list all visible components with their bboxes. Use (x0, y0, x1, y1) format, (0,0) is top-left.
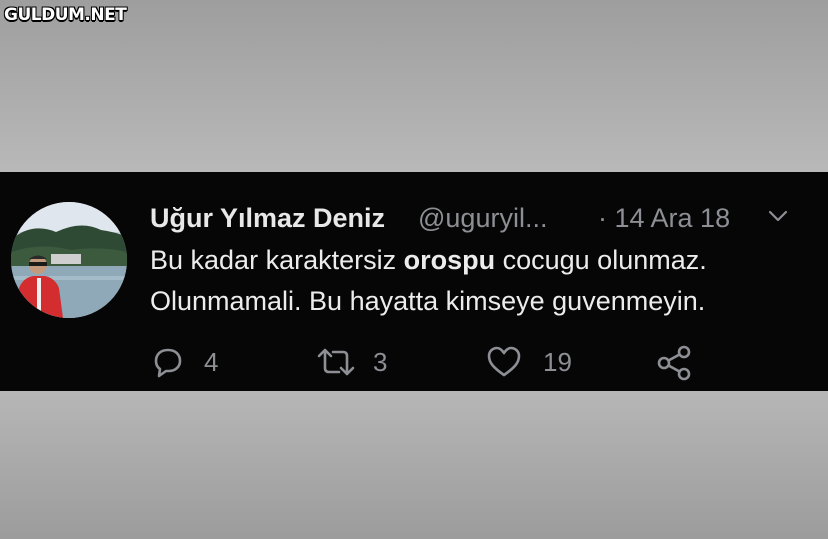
tweet-text-line2: Olunmamali. Bu hayatta kimseye guvenmeyi… (150, 286, 706, 316)
reply-icon (154, 348, 182, 378)
reply-count: 4 (204, 347, 219, 377)
avatar[interactable] (11, 202, 127, 318)
tweet-date[interactable]: · 14 Ara 18 (598, 203, 730, 234)
retweet-button[interactable]: 3 (315, 342, 395, 382)
tweet-text: Bu kadar karaktersiz orospu cocugu olunm… (150, 240, 815, 322)
tweet-header: Uğur Yılmaz Deniz @uguryil... · 14 Ara 1… (150, 199, 800, 235)
tweet-text-bold: orospu (403, 245, 496, 275)
heart-icon (487, 346, 521, 377)
chevron-down-icon[interactable] (768, 209, 788, 223)
like-count: 19 (543, 347, 572, 377)
tweet-actions: 4 3 19 (150, 342, 710, 382)
author-name[interactable]: Uğur Yılmaz Deniz (150, 203, 385, 234)
retweet-count: 3 (373, 347, 388, 377)
tweet-card: Uğur Yılmaz Deniz @uguryil... · 14 Ara 1… (0, 172, 828, 391)
like-button[interactable]: 19 (485, 342, 575, 382)
avatar-photo (11, 202, 127, 318)
watermark-logo: GULDUM.NET (4, 5, 127, 25)
share-button[interactable] (655, 342, 695, 382)
retweet-icon (317, 348, 355, 376)
share-icon (657, 345, 691, 381)
reply-button[interactable]: 4 (150, 342, 230, 382)
author-handle[interactable]: @uguryil... (418, 203, 547, 234)
tweet-text-line1: Bu kadar karaktersiz orospu cocugu olunm… (150, 245, 707, 275)
